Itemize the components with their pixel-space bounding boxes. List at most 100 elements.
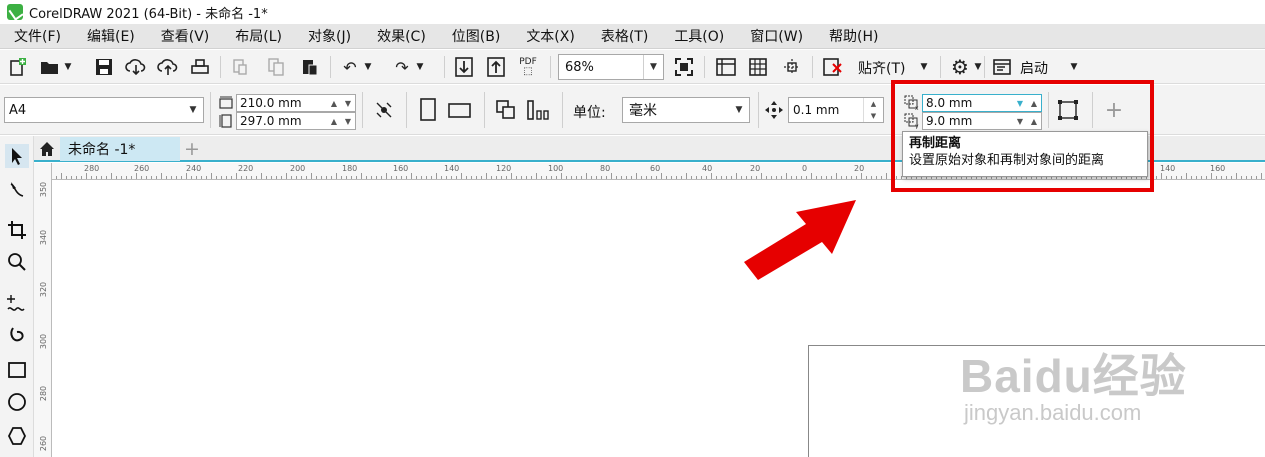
spinner-arrows[interactable]: ▲ ▼	[327, 95, 355, 111]
page-width-field[interactable]: 210.0 mm ▲ ▼	[236, 94, 356, 112]
menu-view[interactable]: 查看(V)	[147, 26, 222, 46]
ruler-tick	[711, 173, 712, 179]
ruler-tick	[441, 176, 442, 179]
artistic-media-tool-icon[interactable]	[5, 324, 29, 348]
menu-object[interactable]: 对象(J)	[294, 26, 363, 46]
ruler-tick	[521, 176, 522, 179]
paste-icon[interactable]	[298, 55, 322, 79]
chevron-down-icon[interactable]: ▼	[729, 98, 749, 122]
menu-file[interactable]: 文件(F)	[0, 26, 73, 46]
menu-window[interactable]: 窗口(W)	[736, 26, 815, 46]
cloud-upload-icon[interactable]	[156, 55, 180, 79]
zoom-level-combo[interactable]: 68% ▼	[558, 54, 664, 80]
copy-icon[interactable]	[264, 55, 288, 79]
ruler-tick	[606, 176, 607, 179]
undo-icon[interactable]: ↶	[338, 55, 362, 79]
ruler-tick	[751, 176, 752, 179]
vertical-ruler[interactable]: 350 340 320 300 280 260	[34, 163, 52, 457]
print-icon[interactable]	[188, 55, 212, 79]
snap-off-icon[interactable]	[820, 55, 844, 79]
ruler-tick	[421, 176, 422, 179]
ruler-tick	[851, 176, 852, 179]
menu-bar: 文件(F) 编辑(E) 查看(V) 布局(L) 对象(J) 效果(C) 位图(B…	[0, 24, 1265, 49]
menu-table[interactable]: 表格(T)	[587, 26, 660, 46]
save-icon[interactable]	[92, 55, 116, 79]
menu-bitmaps[interactable]: 位图(B)	[438, 26, 513, 46]
current-page-icon[interactable]	[526, 98, 550, 122]
ruler-tick	[736, 173, 737, 179]
ellipse-tool-icon[interactable]	[5, 390, 29, 414]
page-size-value: A4	[9, 102, 27, 118]
home-icon[interactable]	[36, 138, 58, 160]
paper-options-icon[interactable]	[372, 98, 396, 122]
snap-to-button[interactable]: 贴齐(T)	[858, 58, 905, 78]
ruler-tick	[96, 176, 97, 179]
all-pages-icon[interactable]	[494, 98, 518, 122]
ruler-tick	[671, 176, 672, 179]
import-icon[interactable]	[452, 55, 476, 79]
rulers-icon[interactable]	[714, 55, 738, 79]
ruler-tick	[1236, 173, 1237, 179]
open-folder-icon[interactable]	[38, 55, 62, 79]
ruler-tick	[171, 176, 172, 179]
ruler-tick	[756, 176, 757, 179]
freehand-tool-icon[interactable]	[5, 292, 29, 316]
open-dropdown-icon[interactable]: ▼	[62, 55, 74, 79]
new-document-icon[interactable]	[6, 55, 30, 79]
menu-edit[interactable]: 编辑(E)	[73, 26, 147, 46]
ruler-tick	[1216, 176, 1217, 179]
full-screen-icon[interactable]	[672, 55, 696, 79]
undo-dropdown-icon[interactable]: ▼	[362, 55, 374, 79]
gear-icon[interactable]: ⚙	[948, 55, 972, 79]
zoom-tool-icon[interactable]	[5, 250, 29, 274]
cut-icon[interactable]	[228, 55, 252, 79]
ruler-tick-label: 160	[1210, 164, 1226, 173]
menu-help[interactable]: 帮助(H)	[815, 26, 890, 46]
ruler-tick	[681, 176, 682, 179]
landscape-icon[interactable]	[448, 98, 472, 122]
crop-tool-icon[interactable]	[5, 218, 29, 242]
launch-button[interactable]: 启动	[1020, 58, 1048, 78]
export-pdf-icon[interactable]: PDF ⬚	[516, 55, 540, 79]
menu-tools[interactable]: 工具(O)	[660, 26, 736, 46]
tab-document[interactable]: 未命名 -1*	[60, 137, 180, 161]
export-icon[interactable]	[484, 55, 508, 79]
guidelines-icon[interactable]	[780, 55, 804, 79]
shape-tool-icon[interactable]	[5, 178, 29, 202]
polygon-tool-icon[interactable]	[5, 424, 29, 448]
ruler-tick	[386, 173, 387, 179]
spinner-arrows[interactable]: ▲ ▼	[327, 113, 355, 129]
chevron-down-icon[interactable]: ▼	[643, 55, 663, 79]
ruler-tick	[706, 176, 707, 179]
ruler-tick	[231, 176, 232, 179]
portrait-icon[interactable]	[416, 98, 440, 122]
ruler-tick-label: 240	[186, 164, 202, 173]
separator	[940, 56, 941, 78]
ruler-tick	[186, 173, 187, 179]
nudge-value: 0.1 mm	[793, 103, 840, 117]
redo-icon[interactable]: ↷	[390, 55, 414, 79]
launch-dropdown-icon[interactable]: ▼	[1068, 55, 1080, 79]
cloud-download-icon[interactable]	[124, 55, 148, 79]
chevron-down-icon[interactable]: ▼	[183, 98, 203, 122]
add-tab-icon[interactable]: +	[180, 138, 204, 160]
pick-tool-icon[interactable]	[5, 144, 29, 168]
rectangle-tool-icon[interactable]	[5, 358, 29, 382]
spinner-arrows[interactable]: ▲ ▼	[863, 98, 883, 122]
snap-dropdown-icon[interactable]: ▼	[918, 55, 930, 79]
menu-text[interactable]: 文本(X)	[512, 26, 587, 46]
ruler-tick	[1176, 176, 1177, 179]
launch-icon[interactable]	[990, 55, 1014, 79]
menu-effects[interactable]: 效果(C)	[363, 26, 438, 46]
grid-icon[interactable]	[746, 55, 770, 79]
options-dropdown-icon[interactable]: ▼	[972, 55, 984, 79]
nudge-distance-field[interactable]: 0.1 mm ▲ ▼	[788, 97, 884, 123]
ruler-tick	[861, 173, 862, 179]
menu-layout[interactable]: 布局(L)	[221, 26, 294, 46]
ruler-tick	[516, 176, 517, 179]
units-select[interactable]: 毫米 ▼	[622, 97, 750, 123]
ruler-tick	[436, 173, 437, 179]
page-size-select[interactable]: A4 ▼	[4, 97, 204, 123]
page-height-field[interactable]: 297.0 mm ▲ ▼	[236, 112, 356, 130]
redo-dropdown-icon[interactable]: ▼	[414, 55, 426, 79]
